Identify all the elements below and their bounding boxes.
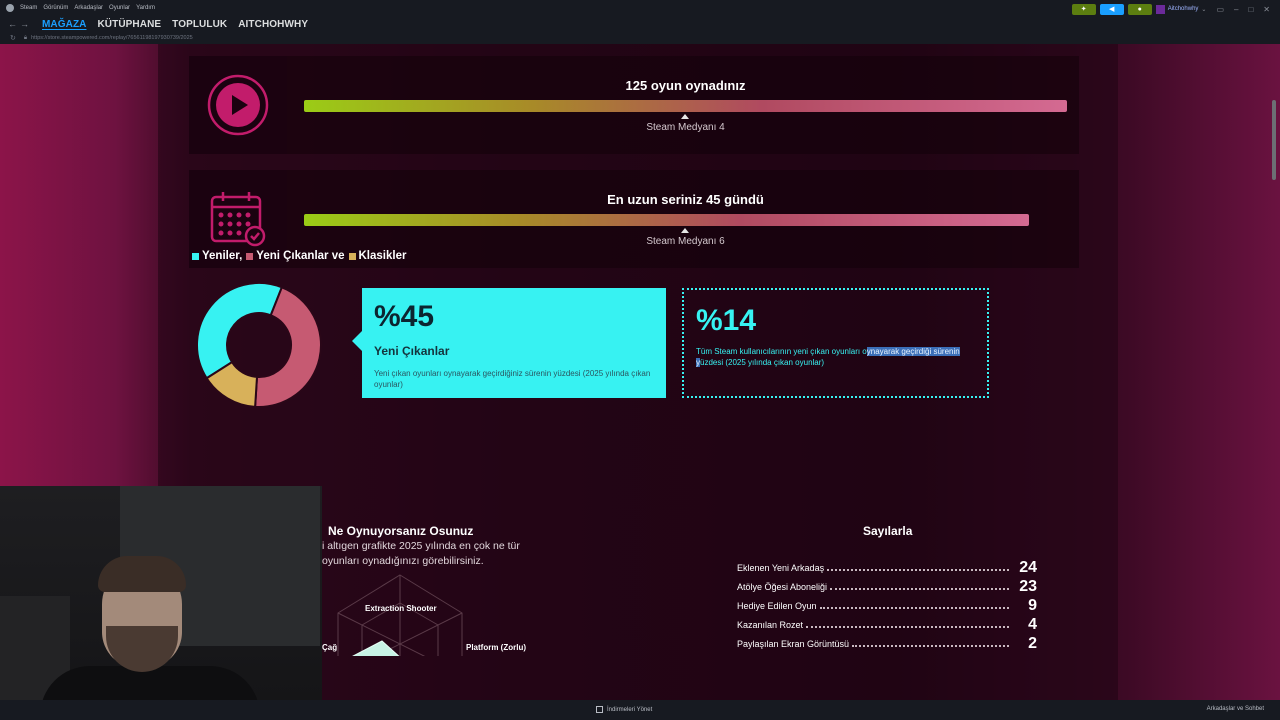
radar-label-left: Çağ <box>322 643 338 652</box>
selected-text: ynayarak geçirdiği sürenin <box>866 347 960 356</box>
tab-store[interactable]: MAĞAZA <box>42 19 86 30</box>
legend-swatch <box>192 252 199 260</box>
refresh-icon[interactable]: ↻ <box>10 34 16 42</box>
download-icon <box>596 706 603 713</box>
lock-icon: 🔒︎ <box>23 34 28 41</box>
big-picture-icon[interactable]: ▭ <box>1216 5 1224 14</box>
legend-swatch <box>246 252 254 260</box>
avatar <box>1155 4 1165 14</box>
streak-median: Steam Medyanı 6 <box>646 236 725 247</box>
webcam-person-hair <box>98 556 186 592</box>
bell-icon: ● <box>1137 5 1142 13</box>
radar-label-right: Platform (Zorlu) <box>466 643 526 652</box>
legend-item-classics: Klasikler <box>348 250 406 262</box>
nav-bar: ← → MAĞAZA KÜTÜPHANE TOPLULUK AITCHOHWHY <box>0 16 1280 32</box>
list-item: Atölye Öğesi Aboneliği 23 <box>737 577 1037 595</box>
close-icon[interactable]: ✕ <box>1263 5 1270 14</box>
announcements-button[interactable]: ◀ <box>1099 3 1124 15</box>
calendar-check-icon <box>210 192 266 247</box>
top-right-controls: ✦ ◀ ● Aitchohwhy ⌄ ▭ – □ ✕ <box>1071 3 1280 15</box>
menu-help[interactable]: Yardım <box>136 5 155 11</box>
url-text[interactable]: https://store.steampowered.com/replay/76… <box>31 35 193 41</box>
new-releases-desc: Yeni çıkan oyunları oynayarak geçirdiğin… <box>374 369 651 389</box>
page-scrollbar[interactable] <box>1272 100 1276 180</box>
median-marker <box>681 228 689 233</box>
menu-friends[interactable]: Arkadaşlar <box>74 5 103 11</box>
menu-games[interactable]: Oyunlar <box>109 5 130 11</box>
bottom-bar: İndirmeleri Yönet Arkadaşlar ve Sohbet <box>0 700 1280 720</box>
list-item: Paylaşılan Ekran Görüntüsü 2 <box>737 634 1037 652</box>
back-arrow-icon[interactable]: ← <box>8 19 17 29</box>
megaphone-icon: ◀ <box>1109 6 1115 13</box>
legend-item-new: Yeniler, <box>192 250 242 262</box>
friends-chat-button[interactable]: Arkadaşlar ve Sohbet <box>1207 706 1264 712</box>
play-section-title: Ne Oynuyorsanız Osunuz <box>328 524 474 538</box>
people-icon: ✦ <box>1080 6 1087 13</box>
list-item: Eklenen Yeni Arkadaş 24 <box>737 558 1037 576</box>
numbers-list: Eklenen Yeni Arkadaş 24 Atölye Öğesi Abon… <box>737 558 1037 653</box>
playtime-donut-chart <box>196 282 322 408</box>
play-icon <box>207 74 269 136</box>
menu-view[interactable]: Görünüm <box>43 5 68 11</box>
new-releases-percent: %45 <box>374 300 435 333</box>
menu-steam[interactable]: Steam <box>20 5 37 11</box>
username: Aitchohwhy <box>1167 6 1199 12</box>
tab-community[interactable]: TOPLULUK <box>172 19 227 30</box>
notifications-button[interactable]: ● <box>1127 3 1152 15</box>
games-played-stat: 125 oyun oynadınız Steam Medyanı 4 <box>189 56 1079 154</box>
chevron-down-icon: ⌄ <box>1201 6 1207 13</box>
all-users-desc[interactable]: Tüm Steam kullanıcılarının yeni çıkan oy… <box>696 346 976 368</box>
minimize-icon[interactable]: – <box>1234 5 1238 14</box>
tab-profile[interactable]: AITCHOHWHY <box>238 19 308 30</box>
list-item: Hediye Edilen Oyun 9 <box>737 596 1037 614</box>
streak-title: En uzun seriniz 45 gündü <box>607 192 764 207</box>
new-releases-label: Yeni Çıkanlar <box>374 344 450 358</box>
steam-logo-icon <box>6 4 14 12</box>
card-pointer <box>352 331 362 351</box>
new-releases-card: %45 Yeni Çıkanlar Yeni çıkan oyunları oy… <box>352 288 666 398</box>
games-played-icon-box <box>189 56 287 154</box>
maximize-icon[interactable]: □ <box>1248 5 1253 14</box>
tab-library[interactable]: KÜTÜPHANE <box>97 19 161 30</box>
radar-label-top: Extraction Shooter <box>365 604 437 613</box>
legend-swatch <box>348 252 356 260</box>
streak-bar <box>304 214 1029 226</box>
forward-arrow-icon[interactable]: → <box>20 19 29 29</box>
all-users-percent: %14 <box>696 304 757 337</box>
friends-activity-button[interactable]: ✦ <box>1071 3 1096 15</box>
legend-item-recent: Yeni Çıkanlar ve <box>246 250 345 262</box>
steam-client-window: Steam Görünüm Arkadaşlar Oyunlar Yardım … <box>0 0 1280 720</box>
games-played-bar <box>304 100 1067 112</box>
games-played-median: Steam Medyanı 4 <box>646 122 725 133</box>
account-menu[interactable]: Aitchohwhy ⌄ <box>1155 4 1207 15</box>
manage-downloads-button[interactable]: İndirmeleri Yönet <box>596 706 652 713</box>
numbers-section-title: Sayılarla <box>863 524 913 538</box>
list-item: Kazanılan Rozet 4 <box>737 615 1037 633</box>
games-played-title: 125 oyun oynadınız <box>625 78 746 93</box>
all-users-card: %14 Tüm Steam kullanıcılarının yeni çıka… <box>682 288 989 398</box>
url-bar: ↻ 🔒︎ https://store.steampowered.com/repl… <box>0 32 1280 44</box>
webcam-overlay <box>0 486 322 720</box>
donut-slice-yeniler <box>196 282 284 380</box>
chart-legend: Yeniler, Yeni Çıkanlar ve Klasikler <box>192 250 410 262</box>
median-marker <box>681 114 689 119</box>
